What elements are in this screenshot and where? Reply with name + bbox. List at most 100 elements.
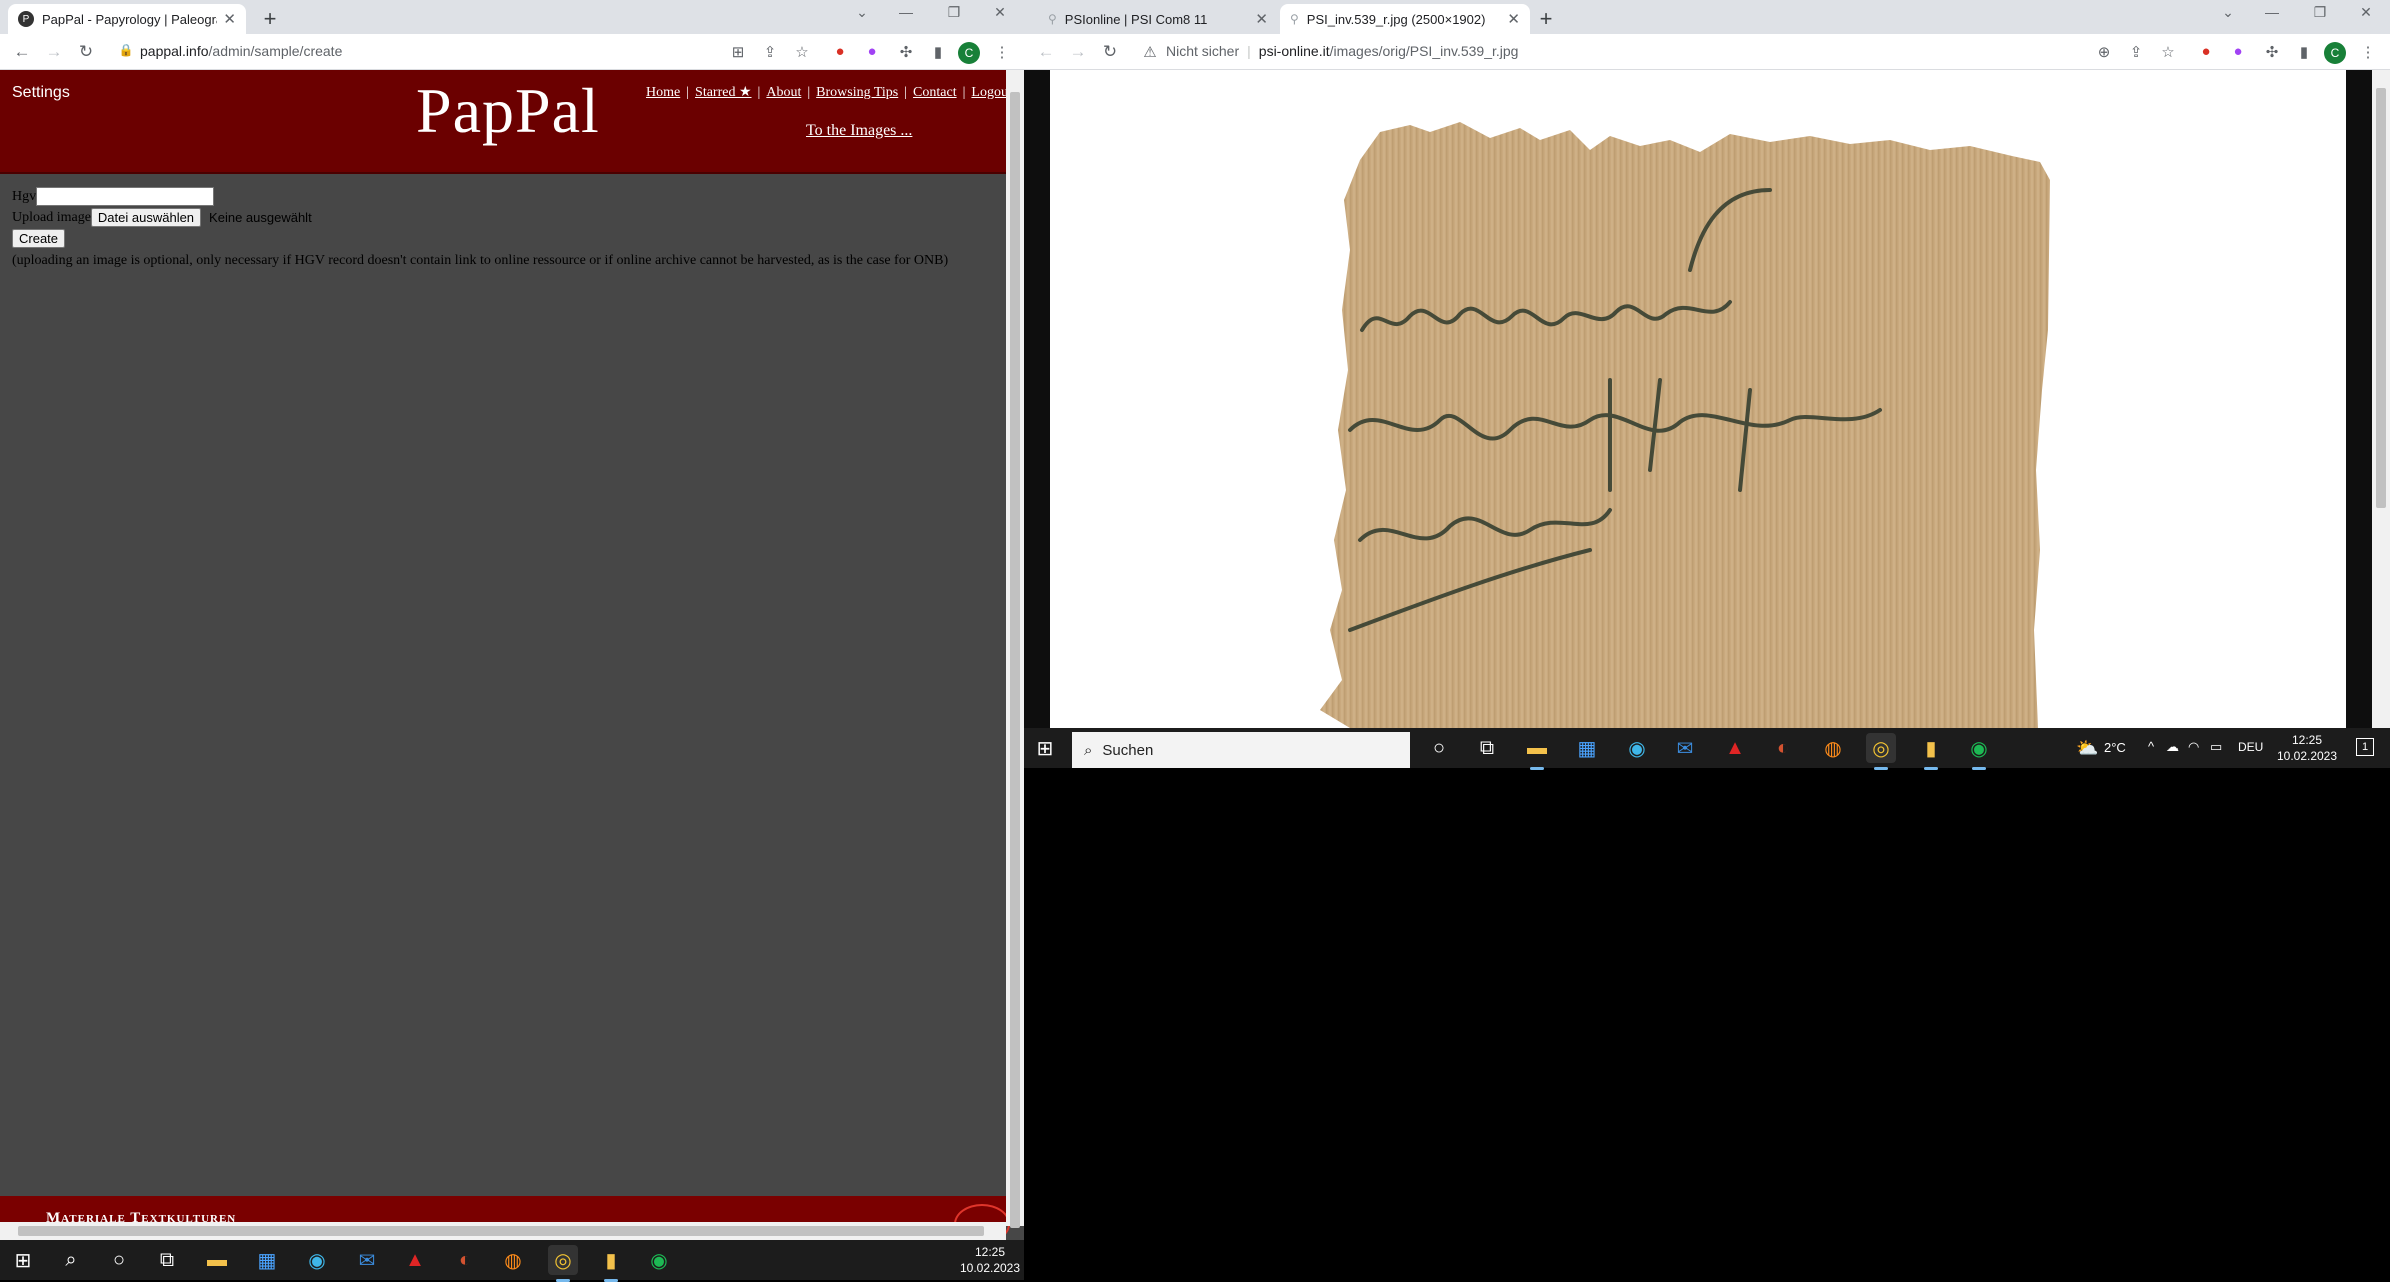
extension-purple-icon[interactable]: ● — [862, 43, 882, 60]
scrollbar-thumb[interactable] — [18, 1226, 984, 1236]
chrome-icon[interactable]: ◎ — [1866, 733, 1896, 770]
extension-purple-icon[interactable]: ● — [2228, 43, 2248, 60]
mail-icon[interactable]: ✉ — [1670, 733, 1700, 763]
vertical-scrollbar[interactable] — [2372, 70, 2390, 728]
taskbar-search-box[interactable]: ⌕ Suchen — [1072, 732, 1410, 768]
store-icon[interactable]: ▦ — [1572, 733, 1602, 763]
extension-red-icon[interactable]: ● — [830, 43, 850, 60]
windows-start-icon[interactable]: ⊞ — [1030, 733, 1060, 763]
file-manager-icon[interactable]: ▮ — [1916, 733, 1946, 770]
restore-button[interactable]: ❐ — [2300, 4, 2340, 21]
tab-close-icon[interactable]: ✕ — [223, 10, 236, 28]
forward-arrow-icon[interactable]: → — [1066, 42, 1090, 62]
restore-button[interactable]: ❐ — [934, 4, 974, 21]
lock-icon[interactable]: 🔒 — [116, 43, 136, 57]
spotify-icon[interactable]: ◉ — [644, 1245, 674, 1275]
extensions-puzzle-icon[interactable]: ✣ — [896, 43, 916, 61]
tab-psionline[interactable]: ⚲ PSIonline | PSI Com8 11 ✕ — [1038, 4, 1278, 34]
edge-icon[interactable]: ◉ — [302, 1245, 332, 1275]
vertical-scrollbar[interactable] — [1006, 70, 1024, 1228]
left-clock[interactable]: 12:25 10.02.2023 — [958, 1244, 1022, 1276]
choose-file-button[interactable]: Datei auswählen — [90, 208, 202, 227]
minimize-button[interactable]: — — [2252, 4, 2292, 20]
back-arrow-icon[interactable]: ← — [1034, 42, 1058, 62]
side-panel-icon[interactable]: ▮ — [2294, 43, 2314, 61]
spotify-icon[interactable]: ◉ — [1964, 733, 1994, 770]
acrobat-icon[interactable]: ▲ — [1720, 733, 1750, 763]
scrollbar-thumb[interactable] — [1010, 92, 1020, 1228]
profile-avatar[interactable]: C — [958, 42, 980, 64]
minimize-button[interactable]: — — [886, 4, 926, 20]
language-indicator[interactable]: DEU — [2238, 740, 2263, 754]
powerpoint-icon[interactable]: ◐ — [450, 1245, 480, 1275]
bookmark-star-icon[interactable]: ☆ — [2158, 43, 2178, 61]
tray-chevron-icon[interactable]: ^ — [2148, 739, 2154, 754]
new-tab-button[interactable]: + — [256, 6, 284, 32]
task-view-icon[interactable]: ⧉ — [1472, 733, 1502, 763]
task-view-icon[interactable]: ⧉ — [152, 1245, 182, 1275]
tab-psi-image[interactable]: ⚲ PSI_inv.539_r.jpg (2500×1902) ✕ — [1280, 4, 1530, 34]
menu-kebab-icon[interactable]: ⋮ — [2358, 43, 2378, 61]
tab-close-icon[interactable]: ✕ — [1507, 10, 1520, 28]
weather-temp[interactable]: 2°C — [2104, 740, 2126, 755]
new-tab-button[interactable]: + — [1532, 6, 1560, 32]
share-icon[interactable]: ⇪ — [2126, 43, 2146, 61]
tab-search-chevron-icon[interactable]: ⌄ — [2208, 4, 2248, 21]
side-panel-icon[interactable]: ▮ — [928, 43, 948, 61]
acrobat-icon[interactable]: ▲ — [400, 1245, 430, 1275]
close-window-button[interactable]: ✕ — [980, 4, 1020, 21]
menu-kebab-icon[interactable]: ⋮ — [992, 43, 1012, 61]
tab-pappal[interactable]: P PapPal - Papyrology | Paleography ✕ — [8, 4, 246, 34]
cortana-icon[interactable]: ○ — [1424, 733, 1454, 763]
nav-starred-link[interactable]: Starred ★ — [695, 85, 751, 100]
reload-icon[interactable]: ↻ — [1098, 42, 1122, 62]
back-arrow-icon[interactable]: ← — [10, 42, 34, 62]
powerpoint-icon[interactable]: ◐ — [1768, 733, 1798, 763]
forward-arrow-icon[interactable]: → — [42, 42, 66, 62]
battery-icon[interactable]: ▭ — [2210, 739, 2222, 755]
extension-red-icon[interactable]: ● — [2196, 43, 2216, 60]
address-bar[interactable]: Nicht sicher | psi-online.it/images/orig/P… — [1166, 43, 1518, 59]
chrome-icon[interactable]: ◎ — [548, 1245, 578, 1282]
file-explorer-icon[interactable]: ▬ — [202, 1245, 232, 1275]
mail-icon[interactable]: ✉ — [352, 1245, 382, 1275]
share-icon[interactable]: ⇪ — [760, 43, 780, 61]
extensions-puzzle-icon[interactable]: ✣ — [2262, 43, 2282, 61]
reload-icon[interactable]: ↻ — [74, 42, 98, 62]
firefox-icon[interactable]: ◍ — [498, 1245, 528, 1275]
right-clock[interactable]: 12:25 10.02.2023 — [2272, 732, 2342, 764]
create-button[interactable]: Create — [12, 229, 66, 248]
search-icon[interactable]: ⌕ — [56, 1245, 86, 1275]
nav-home-link[interactable]: Home — [646, 85, 680, 100]
file-manager-icon[interactable]: ▮ — [596, 1245, 626, 1282]
close-window-button[interactable]: ✕ — [2346, 4, 2386, 21]
translate-icon[interactable]: ⊞ — [728, 43, 748, 61]
address-bar[interactable]: pappal.info/admin/sample/create — [140, 43, 342, 59]
settings-link[interactable]: Settings — [12, 84, 70, 102]
firefox-icon[interactable]: ◍ — [1818, 733, 1848, 763]
notification-icon[interactable]: 1 — [2356, 738, 2374, 756]
scrollbar-thumb[interactable] — [2376, 88, 2386, 508]
profile-avatar[interactable]: C — [2324, 42, 2346, 64]
edge-icon[interactable]: ◉ — [1622, 733, 1652, 763]
pappal-logo[interactable]: PapPal — [416, 74, 600, 148]
tab-search-chevron-icon[interactable]: ⌄ — [842, 4, 882, 21]
to-images-link[interactable]: To the Images ... — [806, 122, 912, 140]
bookmark-star-icon[interactable]: ☆ — [792, 43, 812, 61]
cortana-icon[interactable]: ○ — [104, 1245, 134, 1275]
hgv-input[interactable] — [36, 187, 215, 206]
nav-contact-link[interactable]: Contact — [913, 85, 957, 100]
tab-close-icon[interactable]: ✕ — [1255, 10, 1268, 28]
store-icon[interactable]: ▦ — [252, 1245, 282, 1275]
windows-start-icon[interactable]: ⊞ — [8, 1245, 38, 1275]
horizontal-scrollbar[interactable] — [0, 1222, 1006, 1240]
onedrive-icon[interactable]: ☁ — [2166, 739, 2179, 755]
file-explorer-icon[interactable]: ▬ — [1522, 733, 1552, 770]
warning-icon[interactable]: ⚠ — [1140, 43, 1160, 61]
wifi-icon[interactable]: ◠ — [2188, 739, 2199, 755]
weather-icon[interactable]: ⛅ — [2076, 738, 2098, 759]
papyrus-image[interactable] — [1050, 70, 2346, 728]
nav-browsing-tips-link[interactable]: Browsing Tips — [816, 85, 898, 100]
zoom-icon[interactable]: ⊕ — [2094, 43, 2114, 61]
nav-about-link[interactable]: About — [766, 85, 801, 100]
